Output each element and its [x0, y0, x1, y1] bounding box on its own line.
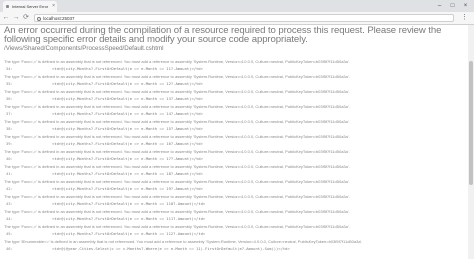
line-number: 37: — [6, 111, 13, 116]
error-page: An error occurred during the compilation… — [4, 26, 464, 258]
code-line: 41: <td>@(city.Months?.FirstOrDefault(e =… — [4, 170, 464, 177]
back-icon[interactable]: ← — [2, 13, 10, 23]
browser-menu-icon[interactable]: ⋮ — [461, 13, 468, 23]
code-line: 44: <td>@(city.Months?.FirstOrDefault(e =… — [4, 215, 464, 222]
error-list: The type 'Func<,>' is defined in an asse… — [4, 59, 464, 254]
line-number: 45: — [6, 231, 13, 236]
source-code: <td>@(city.Months?.FirstOrDefault(e => e… — [52, 111, 203, 116]
source-code: <td>@(@year.Cities.Select(c => c.Months?… — [52, 246, 290, 251]
code-line: 39: <td>@(city.Months?.FirstOrDefault(e =… — [4, 140, 464, 147]
source-code: <td>@(city.Months?.FirstOrDefault(e => e… — [52, 66, 203, 71]
window-controls: – □ × — [433, 0, 472, 12]
error-entry: The type 'Func<,>' is defined in an asse… — [4, 119, 464, 134]
view-path: /Views/Shared/Components/ProcessSpeed/De… — [4, 45, 164, 52]
source-code: <td>@(city.Months?.FirstOrDefault(e => e… — [52, 126, 203, 131]
line-number: 39: — [6, 141, 13, 146]
error-entry: The type 'Func<,>' is defined in an asse… — [4, 164, 464, 179]
reload-icon[interactable]: ⟳ — [22, 13, 30, 23]
address-bar[interactable]: localhost:25037 — [34, 14, 454, 22]
error-entry: The type 'Func<,>' is defined in an asse… — [4, 104, 464, 119]
error-entry: The type 'Func<,>' is defined in an asse… — [4, 209, 464, 224]
code-line: 37: <td>@(city.Months?.FirstOrDefault(e =… — [4, 110, 464, 117]
source-code: <td>@(city.Months?.FirstOrDefault(e => e… — [52, 96, 203, 101]
error-entry: The type 'Func<,>' is defined in an asse… — [4, 89, 464, 104]
line-number: 38: — [6, 126, 13, 131]
tab-title: Internal Server Error — [12, 4, 49, 9]
tab-close-icon[interactable]: × — [52, 1, 55, 12]
code-line: 46: <td>@(@year.Cities.Select(c => c.Mont… — [4, 245, 464, 252]
code-line: 42: <td>@(city.Months?.FirstOrDefault(e =… — [4, 185, 464, 192]
error-entry: The type 'Func<,>' is defined in an asse… — [4, 224, 464, 239]
line-number: 42: — [6, 186, 13, 191]
error-entry: The type 'Func<,>' is defined in an asse… — [4, 74, 464, 89]
page-scrollbar[interactable] — [468, 25, 474, 259]
source-code: <td>@(city.Months?.FirstOrDefault(e => e… — [52, 201, 206, 206]
line-number: 44: — [6, 216, 13, 221]
forward-icon[interactable]: → — [12, 13, 20, 23]
scrollbar-thumb[interactable] — [469, 61, 473, 185]
error-entry: The type 'Func<,>' is defined in an asse… — [4, 194, 464, 209]
line-number: 40: — [6, 156, 13, 161]
code-line: 45: <td>@(city.Months?.FirstOrDefault(e =… — [4, 230, 464, 237]
source-code: <td>@(city.Months?.FirstOrDefault(e => e… — [52, 141, 203, 146]
source-code: <td>@(city.Months?.FirstOrDefault(e => e… — [52, 231, 206, 236]
line-number: 35: — [6, 81, 13, 86]
browser-titlebar: Internal Server Error × – □ × — [0, 0, 474, 12]
line-number: 43: — [6, 201, 13, 206]
error-entry: The type 'Func<,>' is defined in an asse… — [4, 179, 464, 194]
browser-tab[interactable]: Internal Server Error × — [3, 1, 57, 12]
error-entry: The type 'Func<,>' is defined in an asse… — [4, 59, 464, 74]
line-number: 36: — [6, 96, 13, 101]
address-bar-url: localhost:25037 — [43, 16, 75, 21]
source-code: <td>@(city.Months?.FirstOrDefault(e => e… — [52, 186, 203, 191]
source-code: <td>@(city.Months?.FirstOrDefault(e => e… — [52, 216, 206, 221]
line-number: 46: — [6, 246, 13, 251]
error-entry: The type 'Func<,>' is defined in an asse… — [4, 134, 464, 149]
error-entry: The type 'Func<,>' is defined in an asse… — [4, 149, 464, 164]
code-line: 40: <td>@(city.Months?.FirstOrDefault(e =… — [4, 155, 464, 162]
page-favicon-icon — [6, 5, 9, 8]
code-line: 35: <td>@(city.Months?.FirstOrDefault(e =… — [4, 80, 464, 87]
close-window-button[interactable]: × — [459, 0, 472, 12]
code-line: 43: <td>@(city.Months?.FirstOrDefault(e =… — [4, 200, 464, 207]
page-info-icon[interactable] — [37, 16, 41, 21]
maximize-button[interactable]: □ — [446, 0, 459, 12]
source-code: <td>@(city.Months?.FirstOrDefault(e => e… — [52, 81, 203, 86]
minimize-button[interactable]: – — [433, 0, 446, 12]
source-code: <td>@(city.Months?.FirstOrDefault(e => e… — [52, 156, 203, 161]
code-line: 38: <td>@(city.Months?.FirstOrDefault(e =… — [4, 125, 464, 132]
error-entry: The type 'IEnumerable<>' is defined in a… — [4, 239, 464, 254]
line-number: 41: — [6, 171, 13, 176]
code-line: 34: <td>@(city.Months?.FirstOrDefault(e =… — [4, 65, 464, 72]
browser-toolbar: ← → ⟳ localhost:25037 ⋮ — [0, 12, 474, 25]
source-code: <td>@(city.Months?.FirstOrDefault(e => e… — [52, 171, 203, 176]
error-heading: An error occurred during the compilation… — [4, 26, 442, 45]
line-number: 34: — [6, 66, 13, 71]
code-line: 36: <td>@(city.Months?.FirstOrDefault(e =… — [4, 95, 464, 102]
